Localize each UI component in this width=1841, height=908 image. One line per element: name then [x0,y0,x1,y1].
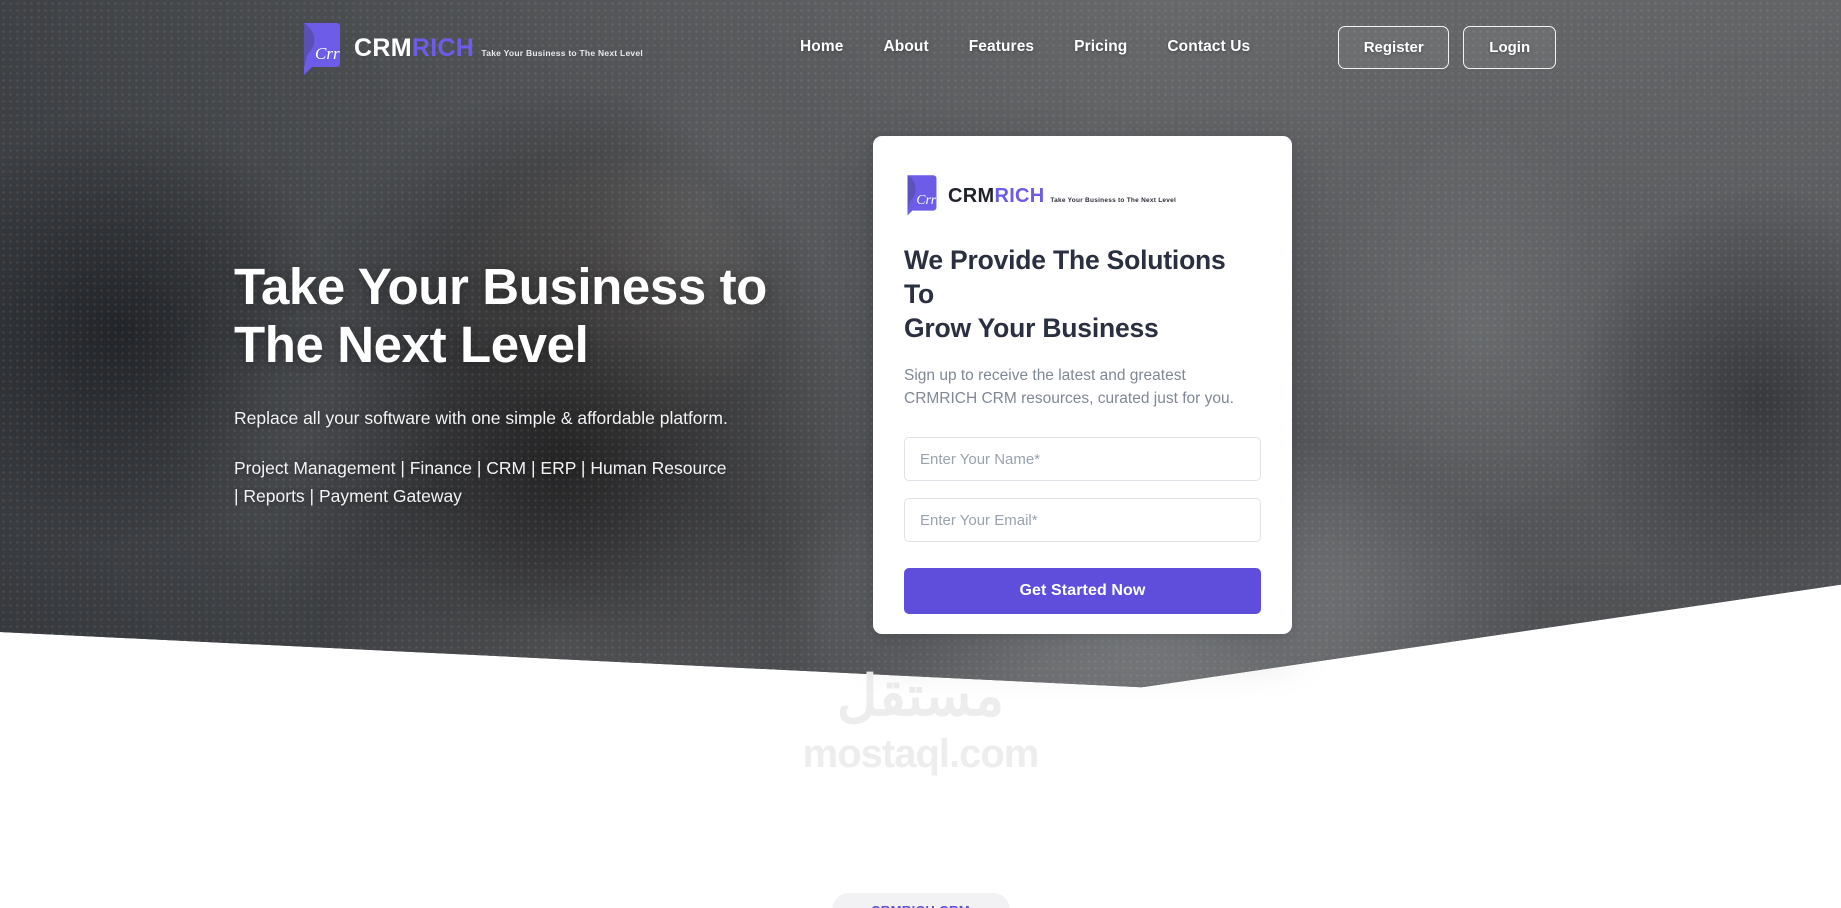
svg-text:Crr: Crr [916,192,936,207]
signup-title-line-2: Grow Your Business [904,312,1159,343]
register-button[interactable]: Register [1338,25,1450,69]
logo-wordmark: CRMRICH [354,34,481,62]
mostaql-watermark: مستقل mostaql.com [0,664,1841,776]
hero-copy: Take Your Business to The Next Level Rep… [234,258,894,510]
signup-card: Crr CRMRICH Take Your Business to The Ne… [873,136,1292,634]
hero-subtitle: Replace all your software with one simpl… [234,408,728,429]
card-logo-text: CRMRICH Take Your Business to The Next L… [948,184,1176,206]
main-navigation: Home About Features Pricing Contact Us [780,28,1270,66]
watermark-latin-text: mostaql.com [802,732,1040,776]
logo-tagline: Take Your Business to The Next Level [481,47,643,58]
bottom-badge[interactable]: CRMRICH CRM [831,893,1010,908]
email-input[interactable] [904,498,1261,543]
signup-title-line-1: We Provide The Solutions To [904,245,1226,309]
signup-card-title: We Provide The Solutions To Grow Your Bu… [904,244,1261,346]
auth-buttons: Register Login [1338,25,1557,69]
site-logo[interactable]: Crr CRMRICH Take Your Business to The Ne… [300,19,643,75]
card-logo-word-primary: CRM [948,184,995,207]
watermark-arabic-text: مستقل [836,664,1005,727]
card-logo-tagline: Take Your Business to The Next Level [1050,196,1177,204]
hero-title-line-2: The Next Level [234,315,589,373]
card-logo: Crr CRMRICH Take Your Business to The Ne… [904,172,1261,217]
crmrich-face-monogram-logo-icon: Crr [904,172,940,217]
logo-word-primary: CRM [354,33,412,62]
nav-link-home[interactable]: Home [780,28,863,66]
login-button[interactable]: Login [1463,25,1557,69]
landing-page: Crr CRMRICH Take Your Business to The Ne… [0,0,1841,908]
logo-text: CRMRICH Take Your Business to The Next L… [354,34,643,61]
nav-link-pricing[interactable]: Pricing [1054,28,1147,66]
crmrich-face-monogram-logo-icon: Crr [300,19,344,75]
site-header: Crr CRMRICH Take Your Business to The Ne… [0,0,1841,94]
get-started-button[interactable]: Get Started Now [904,568,1261,615]
card-logo-wordmark: CRMRICH [948,185,1050,207]
signup-card-description: Sign up to receive the latest and greate… [904,366,1234,408]
hero-title-line-1: Take Your Business to [234,258,767,315]
hero-title: Take Your Business to The Next Level [234,258,894,373]
nav-link-features[interactable]: Features [949,28,1054,66]
card-logo-word-secondary: RICH [994,184,1045,207]
nav-link-about[interactable]: About [863,28,948,66]
hero-feature-list: Project Management | Finance | CRM | ERP… [234,457,727,506]
nav-link-contact-us[interactable]: Contact Us [1147,28,1270,66]
name-input[interactable] [904,437,1261,482]
logo-word-secondary: RICH [411,33,475,62]
svg-text:Crr: Crr [315,44,340,63]
